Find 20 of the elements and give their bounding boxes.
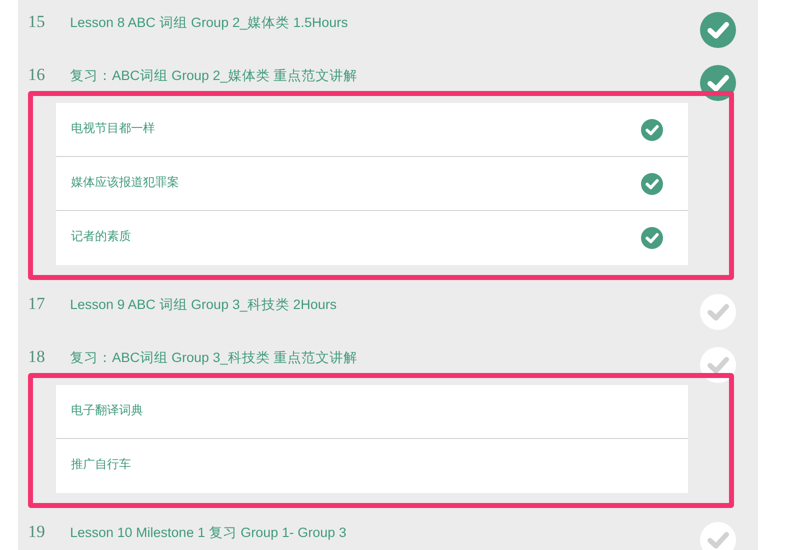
topic-title: 电视节目都一样 — [71, 121, 155, 135]
topic-title: 媒体应该报道犯罪案 — [71, 175, 179, 189]
lesson-number: 19 — [27, 522, 46, 542]
lesson-title[interactable]: 复习：ABC词组 Group 3_科技类 重点范文讲解 — [70, 349, 358, 367]
lesson-number: 18 — [27, 347, 46, 367]
topic-card[interactable]: 记者的素质 — [56, 211, 688, 265]
lesson-title[interactable]: Lesson 10 Milestone 1 复习 Group 1- Group 3 — [70, 524, 346, 542]
lesson-number: 15 — [27, 12, 46, 32]
lesson-number: 17 — [27, 294, 46, 314]
lesson-title[interactable]: Lesson 8 ABC 词组 Group 2_媒体类 1.5Hours — [70, 14, 348, 32]
topic-card[interactable]: 推广自行车 — [56, 439, 688, 493]
topic-card[interactable]: 电子翻译词典 — [56, 385, 688, 439]
topic-title: 电子翻译词典 — [71, 403, 143, 417]
topic-card[interactable]: 媒体应该报道犯罪案 — [56, 157, 688, 211]
topic-card[interactable]: 电视节目都一样 — [56, 103, 688, 157]
lesson-number: 16 — [27, 65, 46, 85]
lesson-title[interactable]: 复习：ABC词组 Group 2_媒体类 重点范文讲解 — [70, 67, 358, 85]
topic-title: 记者的素质 — [71, 229, 131, 243]
topic-title: 推广自行车 — [71, 457, 131, 471]
lesson-title[interactable]: Lesson 9 ABC 词组 Group 3_科技类 2Hours — [70, 296, 337, 314]
